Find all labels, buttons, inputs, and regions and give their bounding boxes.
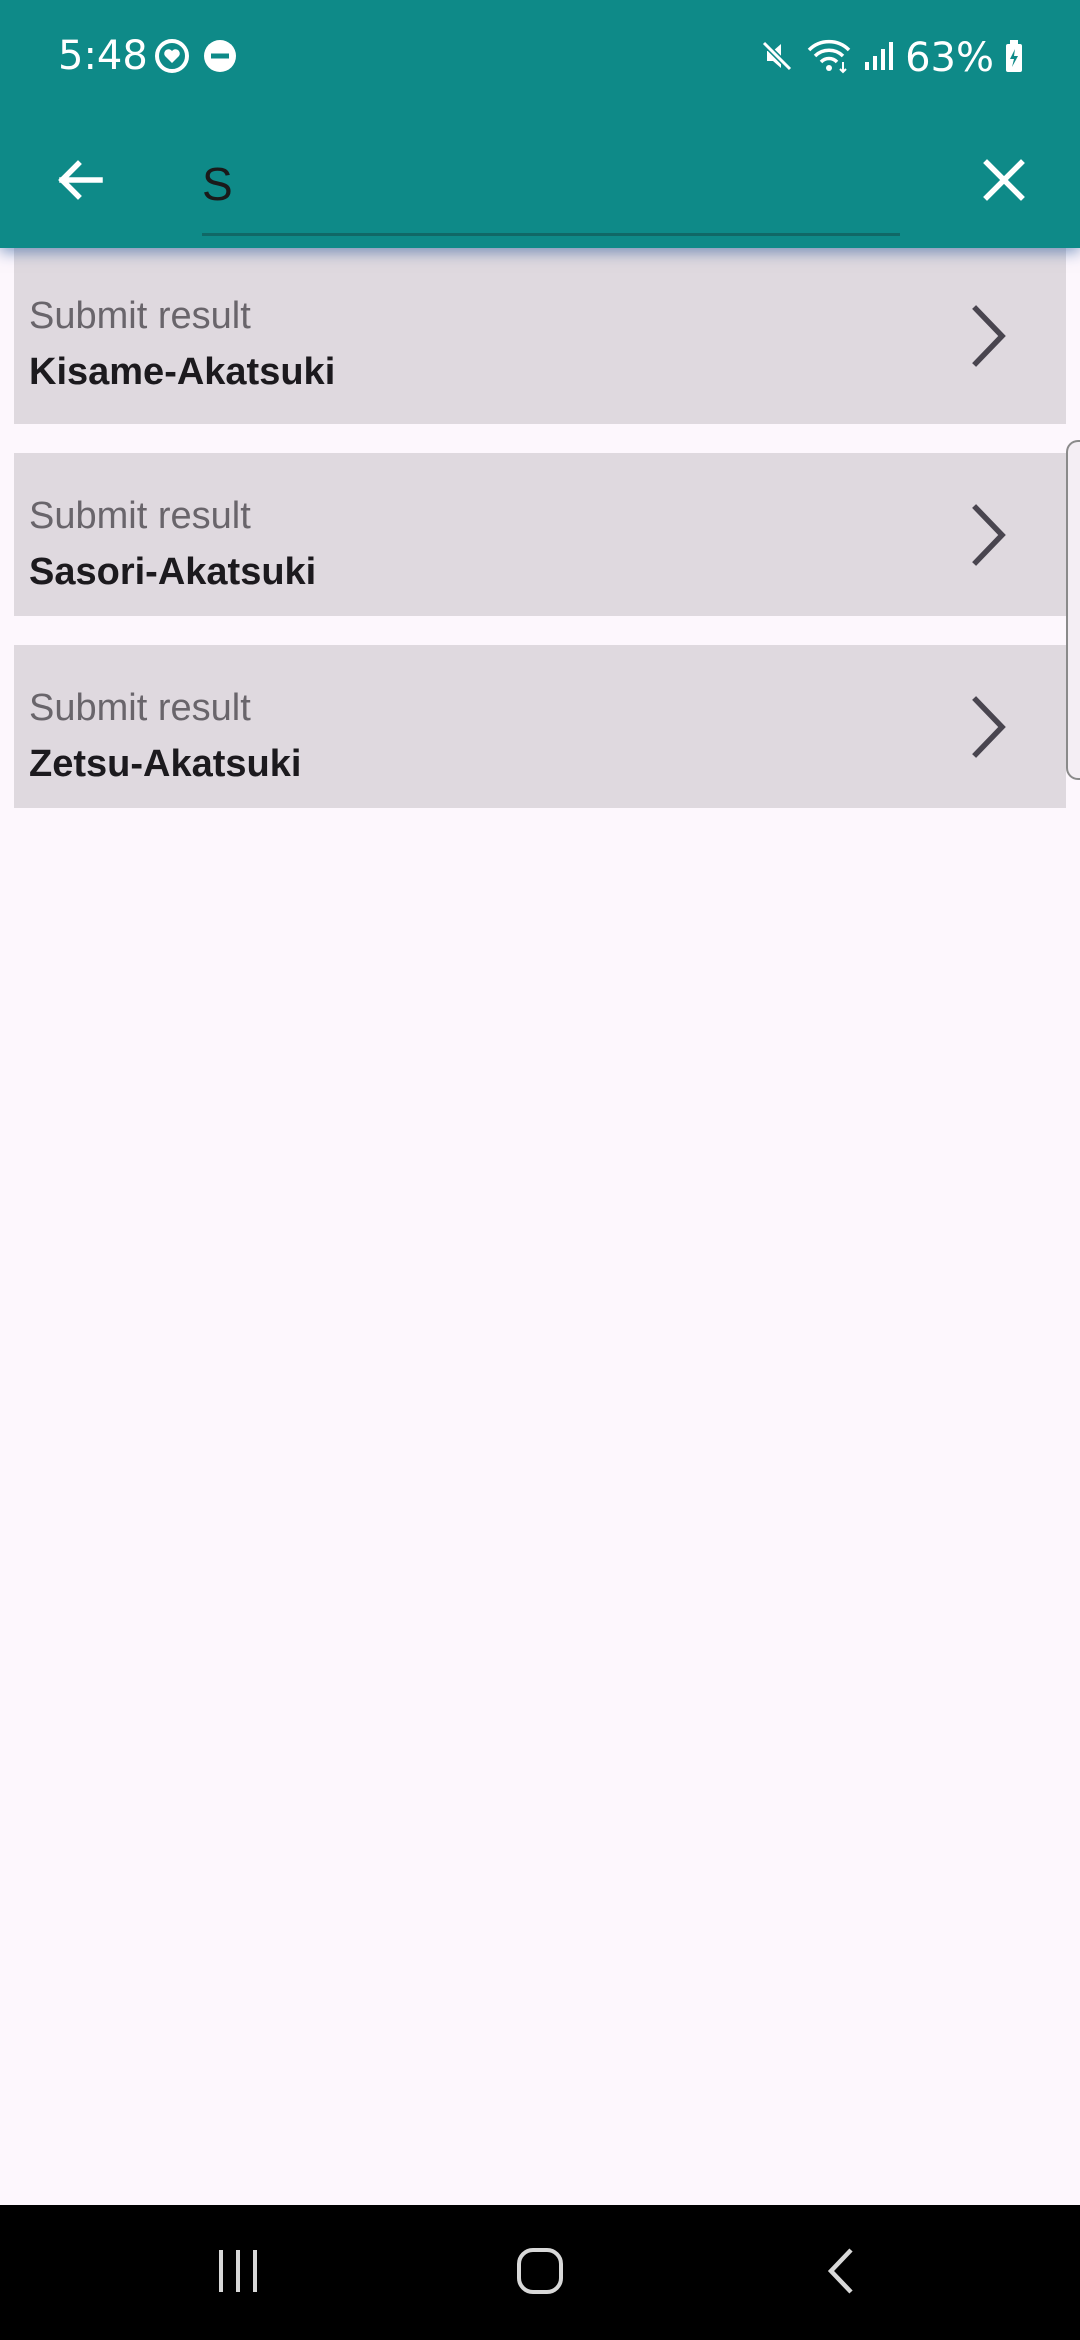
edge-panel-handle[interactable] <box>1066 440 1080 780</box>
close-icon <box>982 158 1026 207</box>
search-input[interactable] <box>202 136 900 232</box>
chevron-right-icon <box>956 301 1016 371</box>
status-bar: 5:48 63% <box>0 0 1080 114</box>
mute-icon <box>759 38 795 79</box>
chevron-right-icon <box>956 692 1016 762</box>
back-button[interactable] <box>40 142 120 222</box>
result-title: Kisame-Akatsuki <box>29 351 336 393</box>
home-icon <box>515 2246 565 2301</box>
chevron-right-icon <box>956 500 1016 570</box>
status-time: 5:48 <box>58 33 148 79</box>
home-button[interactable] <box>490 2235 590 2311</box>
result-subtitle: Submit result <box>29 295 251 337</box>
navigation-bar <box>0 2205 1080 2340</box>
result-item[interactable]: Submit result Kisame-Akatsuki <box>14 248 1066 424</box>
search-toolbar <box>0 114 1080 248</box>
result-title: Zetsu-Akatsuki <box>29 743 302 785</box>
search-field <box>202 136 900 236</box>
result-title: Sasori-Akatsuki <box>29 551 317 593</box>
recent-apps-button[interactable] <box>188 2235 288 2311</box>
battery-charging-icon <box>1004 38 1024 79</box>
battery-percent: 63% <box>905 35 994 81</box>
signal-icon <box>863 38 895 79</box>
status-right-icons: 63% <box>759 30 1024 86</box>
recent-apps-icon <box>213 2246 263 2301</box>
back-nav-button[interactable] <box>792 2235 892 2311</box>
dnd-icon <box>202 38 238 79</box>
results-list: Submit result Kisame-Akatsuki Submit res… <box>14 248 1066 837</box>
app-bar: 5:48 63% S <box>0 0 1080 248</box>
wifi-icon <box>805 38 853 79</box>
result-item[interactable]: Submit result Zetsu-Akatsuki <box>14 645 1066 808</box>
result-subtitle: Submit result <box>29 687 251 729</box>
heart-monitor-icon <box>154 38 190 79</box>
back-icon <box>817 2246 867 2301</box>
result-subtitle: Submit result <box>29 495 251 537</box>
arrow-left-icon <box>54 154 106 211</box>
clear-button[interactable] <box>964 142 1044 222</box>
result-item[interactable]: Submit result Sasori-Akatsuki <box>14 453 1066 616</box>
status-left-icons <box>154 38 238 79</box>
